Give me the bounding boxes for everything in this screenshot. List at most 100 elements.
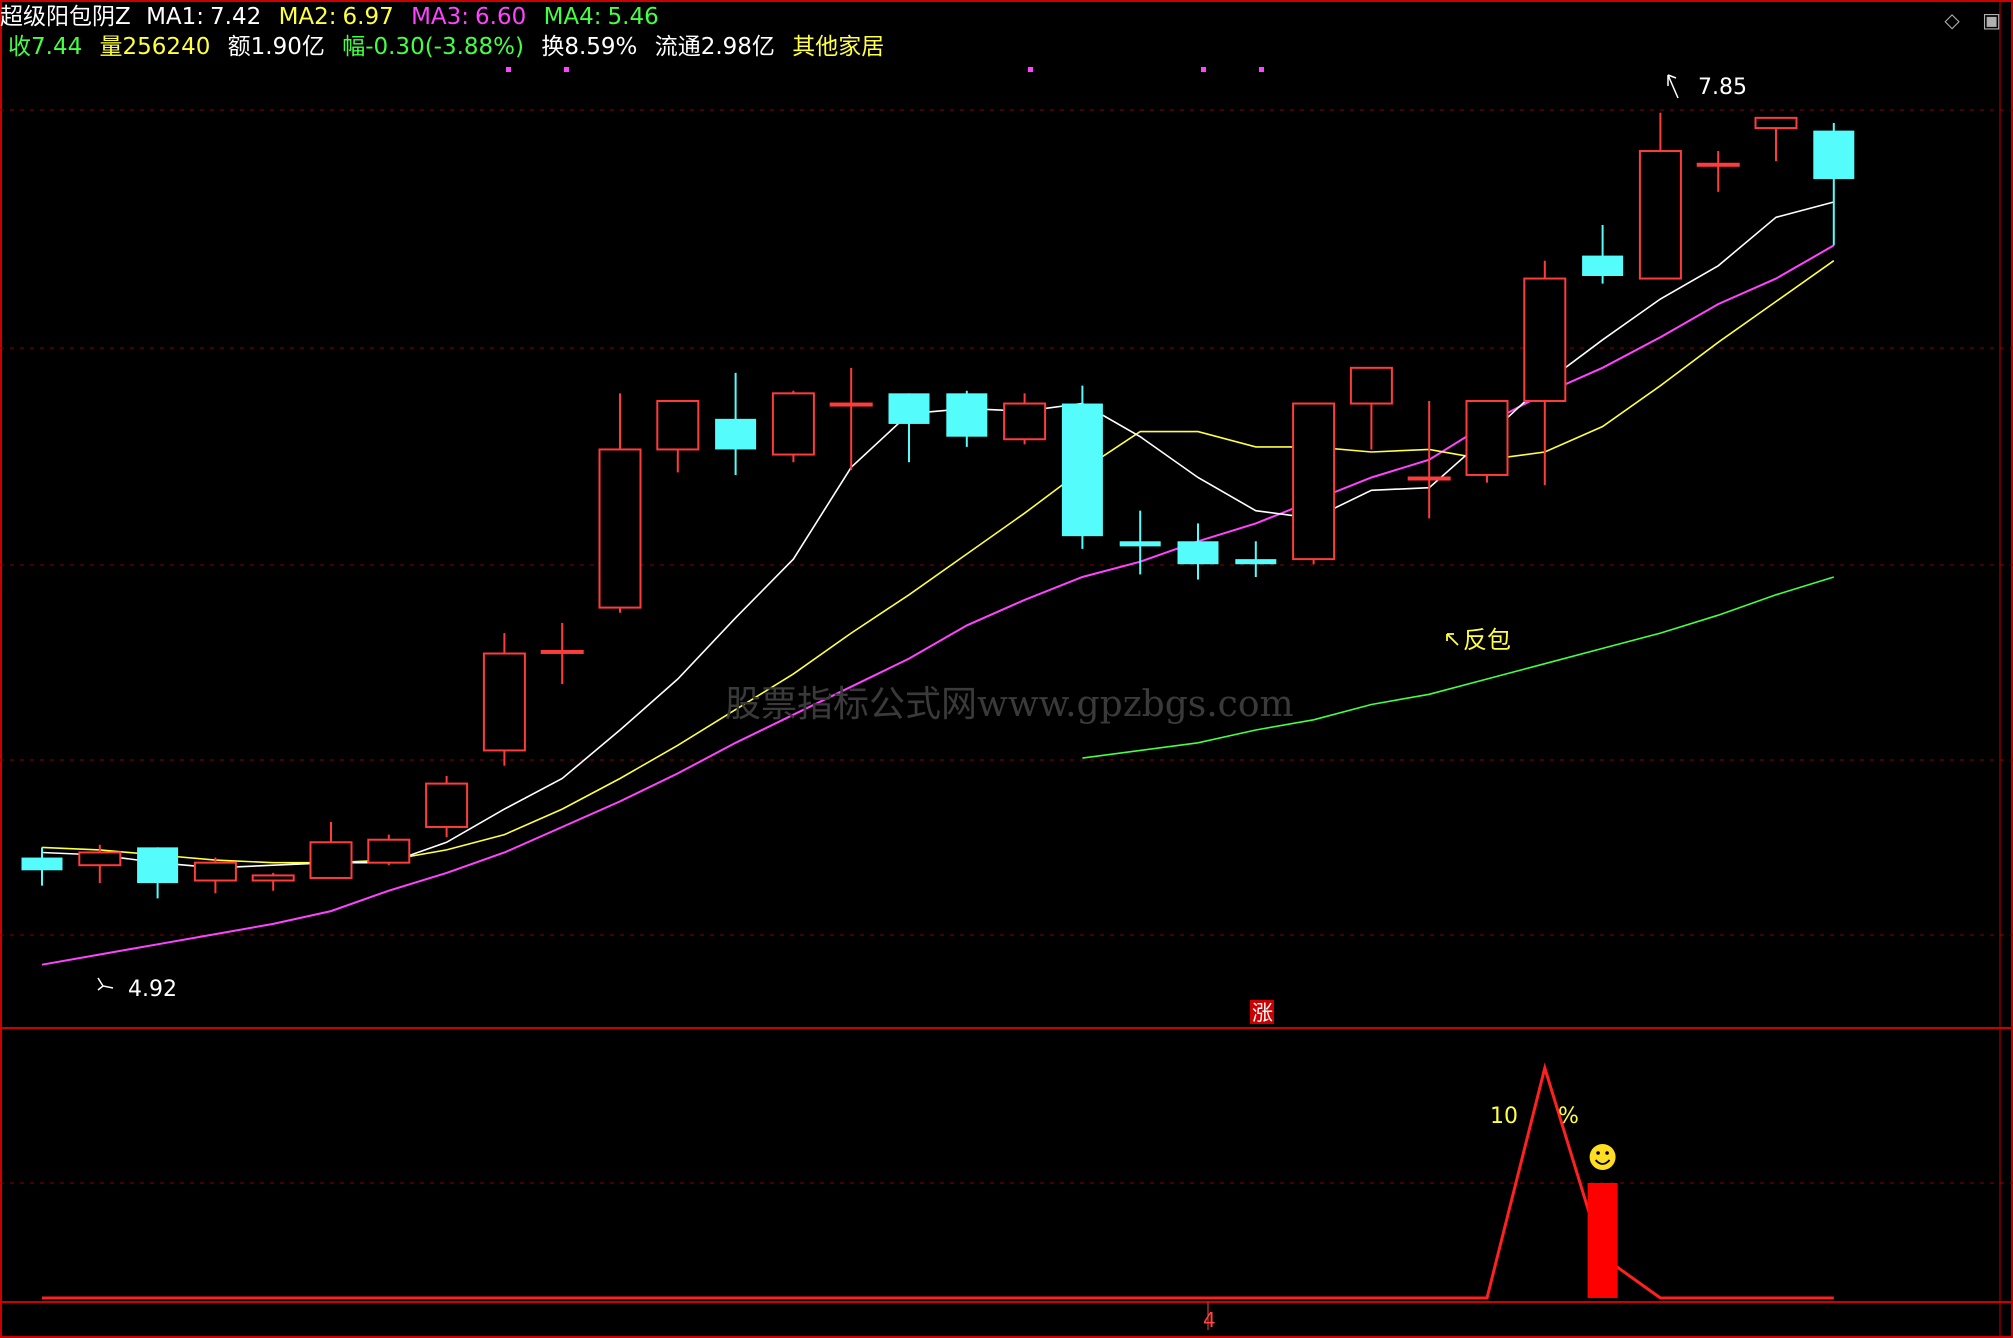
candle xyxy=(1292,402,1336,565)
volume-value: 256240 xyxy=(122,34,211,60)
candle-body xyxy=(251,874,295,882)
signal-dot xyxy=(564,67,569,72)
candle-body xyxy=(1407,476,1451,481)
candle xyxy=(540,622,584,685)
candle-body xyxy=(1292,402,1336,561)
candle xyxy=(1003,393,1047,445)
candle xyxy=(1349,366,1393,450)
ma1-label: MA1: xyxy=(146,4,205,30)
candle-body xyxy=(1582,255,1624,276)
candle xyxy=(1465,399,1509,483)
ma2-readout: MA2: 6.97 xyxy=(279,4,394,30)
candle xyxy=(1754,116,1798,162)
change-label: 幅 xyxy=(342,34,366,60)
candle xyxy=(1696,151,1740,192)
fanbao-signal-label: 反包 xyxy=(1463,626,1511,654)
signal-dot xyxy=(1028,67,1033,72)
candle-body xyxy=(425,782,469,828)
low-arrow xyxy=(97,977,114,991)
ma2-value: 6.97 xyxy=(342,4,394,30)
float-label: 流通 xyxy=(654,34,701,60)
ma3-readout: MA3: 6.60 xyxy=(411,4,526,30)
close-value: 7.44 xyxy=(31,34,83,60)
window-controls: ◇ ▣ xyxy=(1928,8,2001,32)
amount-readout: 额1.90亿 xyxy=(228,34,325,60)
candle-body xyxy=(1813,130,1855,180)
candle xyxy=(425,775,469,838)
smiley-face xyxy=(1589,1144,1616,1170)
percent-number: 10 xyxy=(1490,1104,1518,1129)
ma3-label: MA3: xyxy=(411,4,470,30)
volume-readout: 量256240 xyxy=(100,34,211,60)
candle xyxy=(1177,523,1219,580)
close-readout: 收7.44 xyxy=(8,34,82,60)
candle xyxy=(1582,224,1624,284)
smiley-eye xyxy=(1596,1151,1600,1155)
candle-body xyxy=(1003,402,1047,441)
candle-body xyxy=(193,861,237,882)
candle xyxy=(1407,400,1451,519)
ma4-readout: MA4: 5.46 xyxy=(544,4,659,30)
indicator-bar xyxy=(1587,1183,1618,1298)
candle xyxy=(1638,112,1682,280)
zhang-marker: 涨 xyxy=(1252,1001,1273,1025)
axis-tick-label: 4 xyxy=(1203,1308,1216,1332)
candle-body xyxy=(1119,541,1161,547)
candle xyxy=(656,399,700,473)
signal-dot xyxy=(506,67,511,72)
ma4-label: MA4: xyxy=(543,4,602,30)
candle xyxy=(309,821,353,879)
candlesticks xyxy=(21,112,1855,899)
sector-label: 其他家居 xyxy=(792,34,885,60)
candle xyxy=(193,857,237,894)
indicator-header: 超级阳包阴Z MA1: 7.42 MA2: 6.97 MA3: 6.60 MA4: 5.… xyxy=(0,3,669,31)
signal-arrow xyxy=(1446,633,1459,646)
candle-body xyxy=(1696,162,1740,167)
signal-dot xyxy=(1259,67,1264,72)
candle-body xyxy=(367,838,411,864)
percent-sign: % xyxy=(1558,1104,1579,1129)
candle xyxy=(946,390,988,447)
signal-markers xyxy=(97,67,1679,1024)
candle-body xyxy=(137,847,179,884)
candle xyxy=(771,390,815,463)
ma3-value: 6.60 xyxy=(475,4,527,30)
high-price-label: 7.85 xyxy=(1698,75,1747,100)
candle xyxy=(1235,541,1277,577)
window-icon[interactable]: ▣ xyxy=(1982,8,2001,32)
diamond-icon[interactable]: ◇ xyxy=(1944,8,1959,32)
ma1-value: 7.42 xyxy=(210,4,262,30)
stock-chart[interactable]: 7.85 4.92 反包 涨 10 % 4 xyxy=(0,0,2013,1338)
turnover-value: 8.59% xyxy=(564,34,638,60)
candle xyxy=(367,834,411,866)
turnover-readout: 换8.59% xyxy=(541,34,637,60)
volume-label: 量 xyxy=(99,34,123,60)
candle-body xyxy=(1349,366,1393,405)
candle-body xyxy=(1061,403,1103,537)
smiley-eye xyxy=(1605,1151,1609,1155)
candle-body xyxy=(598,448,642,609)
amount-value: 1.90亿 xyxy=(250,34,325,60)
ma4-line xyxy=(1082,576,1835,759)
candle xyxy=(482,633,526,766)
low-price-label: 4.92 xyxy=(128,977,177,1002)
watermark: 股票指标公式网www.gpzbgs.com xyxy=(725,684,1294,725)
ma2-label: MA2: xyxy=(278,4,337,30)
candle xyxy=(715,372,757,475)
candle-body xyxy=(540,649,584,654)
candle-body xyxy=(888,393,930,424)
candle xyxy=(1061,385,1103,549)
float-value: 2.98亿 xyxy=(700,34,775,60)
candle-body xyxy=(715,418,757,450)
ma1-readout: MA1: 7.42 xyxy=(146,4,261,30)
candle xyxy=(1523,260,1567,486)
frame-border xyxy=(0,0,2013,1338)
turnover-label: 换 xyxy=(541,34,565,60)
candle-body xyxy=(78,851,122,867)
candle-body xyxy=(21,857,63,871)
candle-body xyxy=(1754,116,1798,130)
quote-header: 收7.44 量256240 额1.90亿 幅-0.30(-3.88%) 换8.5… xyxy=(0,33,894,61)
candle-body xyxy=(946,393,988,437)
gridlines xyxy=(0,0,2013,1338)
candle xyxy=(251,872,295,891)
